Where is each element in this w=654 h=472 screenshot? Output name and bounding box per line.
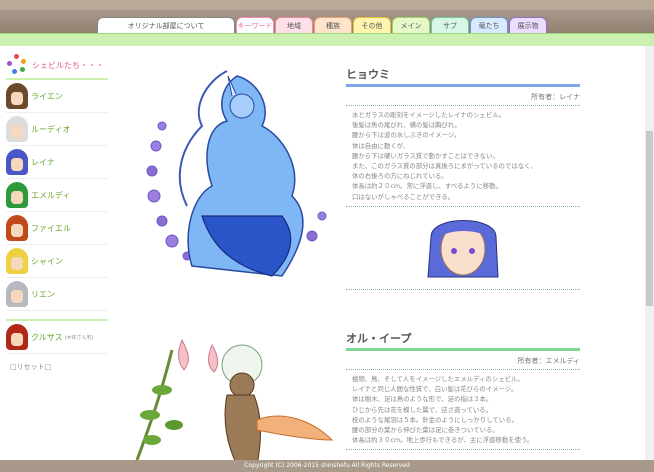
nav-tabs: オリジナル部屋について キーワード 地域 種族 その他 メイン サブ 竜たち 展示物 xyxy=(97,17,547,34)
flower-logo-icon xyxy=(6,54,28,76)
avatar xyxy=(6,83,28,109)
description-line: 腰から下は波の水しぶきのイメージ。 xyxy=(352,131,461,140)
section-hyoumi: ヒョウミ 所有者：レイナ 水とガラスの彫刻をイメージしたレイナのシェビル。 後髪は… xyxy=(346,66,580,290)
sidebar-item-0[interactable]: ライエン xyxy=(6,80,108,113)
description-line: 後髪は魚の尾びれ、横の髪は胸びれ。 xyxy=(352,121,461,130)
description-line: ひじから先は花を模した翼で、逆さ道っている。 xyxy=(352,405,493,414)
description-line: 腰から下は硬いガラス質で動かすことはできない。 xyxy=(352,151,499,160)
tab-4[interactable]: その他 xyxy=(353,17,391,33)
tab-0[interactable]: オリジナル部屋について xyxy=(97,17,235,33)
nav-underline xyxy=(0,33,654,46)
sidebar-item-5[interactable]: シャイン xyxy=(6,245,108,278)
portrait-reina xyxy=(346,207,580,290)
sidebar-header-label: シェビルたち・・・ xyxy=(32,60,104,70)
vertical-scrollbar[interactable] xyxy=(645,46,654,460)
description-line: 水とガラスの彫刻をイメージしたレイナのシェビル。 xyxy=(352,111,505,119)
section-owner: 所有者：エメルディ xyxy=(346,351,580,370)
description-line: 体は樹木、足は鳥のような形で、足の指は３本。 xyxy=(352,395,493,404)
section-description: 水とガラスの彫刻をイメージしたレイナのシェビル。 後髪は魚の尾びれ、横の髪は胸びれ… xyxy=(346,106,580,207)
avatar xyxy=(6,182,28,208)
sidebar-item-3[interactable]: エメルディ xyxy=(6,179,108,212)
reset-link[interactable]: □リセット□ xyxy=(6,362,108,372)
avatar xyxy=(6,281,28,307)
sidebar-item-1[interactable]: ルーディオ xyxy=(6,113,108,146)
top-band xyxy=(0,0,654,10)
sidebar-header[interactable]: シェビルたち・・・ xyxy=(6,52,108,80)
description-line: 腰の部分の葉から伸びた葉は足に巻きついている。 xyxy=(352,426,499,435)
tab-3[interactable]: 種族 xyxy=(314,17,352,33)
sidebar-item-label: リエン xyxy=(31,289,55,299)
description-line: また、このガラス質の部分は真後ろにまがっているのではなく、 xyxy=(352,162,537,171)
section-oru-iipu: オル・イープ 所有者：エメルディ 植物、鳥、そして人をイメージしたエメルディのシ… xyxy=(346,330,580,451)
description-line: 植物、鳥、そして人をイメージしたエメルディのシェビル。 xyxy=(352,375,524,383)
hyoumi-illustration xyxy=(146,70,327,277)
sidebar-item-label: ルーディオ xyxy=(31,124,71,134)
sidebar-list: ライエンルーディオレイナエメルディファイエルシャインリエン xyxy=(6,80,108,311)
sidebar-item-2[interactable]: レイナ xyxy=(6,146,108,179)
tab-2[interactable]: 地域 xyxy=(275,17,313,33)
sidebar-item-note: (木体さん宅) xyxy=(64,334,94,341)
description-line: 口はないがしゃべることができる。 xyxy=(352,192,455,201)
description-line: 体長は約２０cm。常に浮遊し、すべるように移動。 xyxy=(352,182,502,191)
section-title: オル・イープ xyxy=(346,330,580,351)
sidebar-item-label: ファイエル xyxy=(31,223,71,233)
oru-iipu-illustration xyxy=(135,338,334,465)
tab-7[interactable]: 竜たち xyxy=(470,17,508,33)
sidebar-item-kurusasu[interactable]: クルサス (木体さん宅) xyxy=(6,319,108,354)
description-line: レイナと同じ人間な性質で、白い髪は花びらのイメージ。 xyxy=(352,385,518,394)
sidebar-item-6[interactable]: リエン xyxy=(6,278,108,311)
sidebar-item-label: シャイン xyxy=(31,256,63,266)
avatar xyxy=(6,116,28,142)
scrollbar-thumb[interactable] xyxy=(646,131,653,306)
sidebar: シェビルたち・・・ ライエン ルーディオ レイナ エメルディ ファイエル シャイン リエン … xyxy=(6,52,108,372)
sidebar-item-label: レイナ xyxy=(31,157,55,167)
tab-8[interactable]: 展示物 xyxy=(509,17,547,33)
avatar xyxy=(6,149,28,175)
avatar xyxy=(6,324,28,350)
sidebar-item-label: クルサス xyxy=(31,332,63,342)
description-line: 体長は約３０cm。地上歩行もできるが、主に浮遊移動を使う。 xyxy=(352,436,534,445)
tab-1[interactable]: キーワード xyxy=(236,17,274,33)
description-line: 体は自由に動くが、 xyxy=(352,141,410,150)
tab-6[interactable]: サブ xyxy=(431,17,469,33)
description-line: 体の右後ろの方にねじれている。 xyxy=(352,172,448,181)
reina-portrait-image xyxy=(427,219,499,278)
sidebar-item-label: ライエン xyxy=(31,91,63,101)
sidebar-item-4[interactable]: ファイエル xyxy=(6,212,108,245)
tab-5[interactable]: メイン xyxy=(392,17,430,33)
section-title: ヒョウミ xyxy=(346,66,580,87)
section-description: 植物、鳥、そして人をイメージしたエメルディのシェビル。 レイナと同じ人間な性質で、… xyxy=(346,370,580,451)
description-line: 枝のような尾羽は５本。針金のようにしっかりしている。 xyxy=(352,415,518,424)
footer-copyright: Copyright (C) 2006-2015 shinshefu All Ri… xyxy=(0,460,654,472)
avatar xyxy=(6,248,28,274)
sidebar-item-label: エメルディ xyxy=(31,190,71,200)
section-owner: 所有者：レイナ xyxy=(346,87,580,106)
avatar xyxy=(6,215,28,241)
